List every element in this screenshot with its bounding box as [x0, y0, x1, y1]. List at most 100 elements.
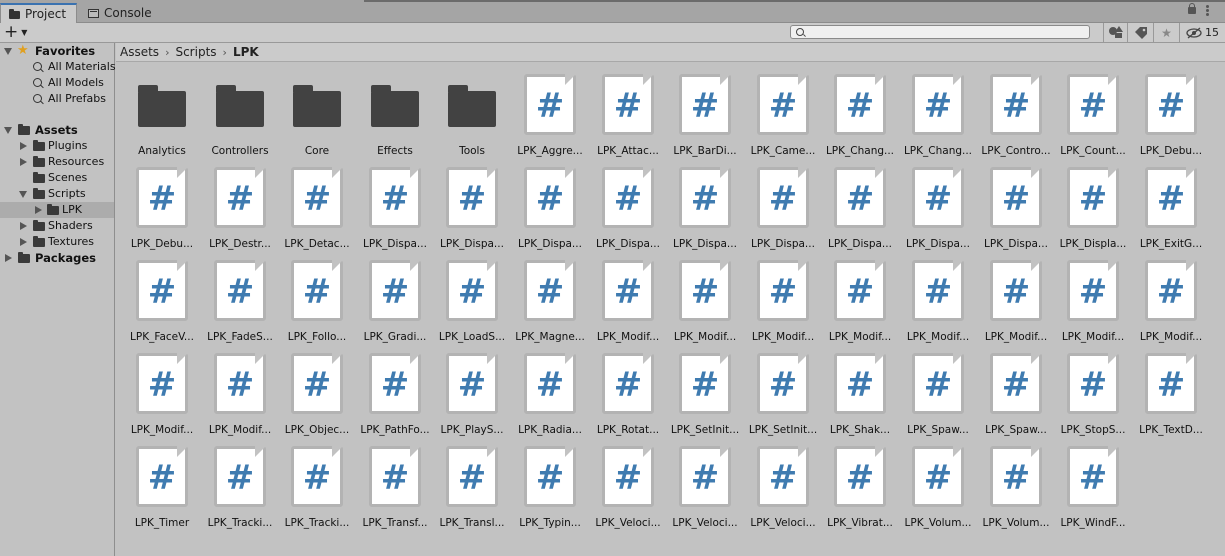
tree-item-scripts[interactable]: Scripts — [0, 186, 114, 202]
script-item[interactable]: # LPK_Dispa... — [978, 161, 1054, 251]
script-item[interactable]: # LPK_SetInit... — [667, 347, 743, 437]
folder-item[interactable]: Controllers — [202, 68, 278, 158]
script-item[interactable]: # LPK_Dispa... — [357, 161, 433, 251]
tree-item-textures[interactable]: Textures — [0, 234, 114, 250]
search-by-label-button[interactable] — [1127, 23, 1153, 42]
lock-icon[interactable] — [1188, 3, 1196, 14]
tree-item-resources[interactable]: Resources — [0, 154, 114, 170]
script-item[interactable]: # LPK_Modif... — [1055, 254, 1131, 344]
script-item[interactable]: # LPK_Spaw... — [978, 347, 1054, 437]
script-item[interactable]: # LPK_ExitG... — [1133, 161, 1209, 251]
script-item[interactable]: # LPK_Volum... — [900, 440, 976, 530]
hidden-packages-button[interactable]: 15 — [1179, 23, 1225, 42]
script-item[interactable]: # LPK_Modif... — [1133, 254, 1209, 344]
script-item[interactable]: # LPK_Aggre... — [512, 68, 588, 158]
collapse-arrow-icon[interactable] — [35, 206, 42, 214]
script-item[interactable]: # LPK_SetInit... — [745, 347, 821, 437]
script-item[interactable]: # LPK_TextD... — [1133, 347, 1209, 437]
script-item[interactable]: # LPK_WindF... — [1055, 440, 1131, 530]
tree-item-all-materials[interactable]: All Materials — [0, 59, 116, 75]
tab-project[interactable]: Project — [0, 3, 77, 23]
script-item[interactable]: # LPK_Dispa... — [512, 161, 588, 251]
script-item[interactable]: # LPK_Modif... — [667, 254, 743, 344]
script-item[interactable]: # LPK_Follo... — [279, 254, 355, 344]
script-item[interactable]: # LPK_Count... — [1055, 68, 1131, 158]
script-item[interactable]: # LPK_Veloci... — [667, 440, 743, 530]
script-item[interactable]: # LPK_Timer — [124, 440, 200, 530]
breadcrumb-lpk[interactable]: LPK — [233, 45, 259, 59]
script-item[interactable]: # LPK_Radia... — [512, 347, 588, 437]
script-item[interactable]: # LPK_Displa... — [1055, 161, 1131, 251]
collapse-arrow-icon[interactable] — [20, 158, 27, 166]
script-item[interactable]: # LPK_Transf... — [357, 440, 433, 530]
folder-item[interactable]: Core — [279, 68, 355, 158]
script-item[interactable]: # LPK_Came... — [745, 68, 821, 158]
script-item[interactable]: # LPK_Rotat... — [590, 347, 666, 437]
script-item[interactable]: # LPK_FadeS... — [202, 254, 278, 344]
script-item[interactable]: # LPK_Transl... — [434, 440, 510, 530]
tree-item-lpk[interactable]: LPK — [0, 202, 114, 218]
script-item[interactable]: # LPK_Gradi... — [357, 254, 433, 344]
collapse-arrow-icon[interactable] — [20, 222, 27, 230]
favorites-button[interactable]: ★ — [1153, 23, 1179, 42]
script-item[interactable]: # LPK_Veloci... — [745, 440, 821, 530]
breadcrumb-assets[interactable]: Assets — [120, 45, 159, 59]
script-item[interactable]: # LPK_Modif... — [202, 347, 278, 437]
script-item[interactable]: # LPK_Dispa... — [822, 161, 898, 251]
script-item[interactable]: # LPK_Dispa... — [434, 161, 510, 251]
folder-item[interactable]: Effects — [357, 68, 433, 158]
search-by-type-button[interactable] — [1103, 23, 1127, 42]
tree-item-all-models[interactable]: All Models — [0, 75, 114, 91]
script-item[interactable]: # LPK_Volum... — [978, 440, 1054, 530]
tree-item-packages[interactable]: Packages — [0, 250, 114, 266]
folder-item[interactable]: Tools — [434, 68, 510, 158]
script-item[interactable]: # LPK_Magne... — [512, 254, 588, 344]
script-item[interactable]: # LPK_Destr... — [202, 161, 278, 251]
script-item[interactable]: # LPK_Modif... — [822, 254, 898, 344]
script-item[interactable]: # LPK_Modif... — [590, 254, 666, 344]
tree-item-favorites[interactable]: ★ Favorites — [0, 43, 114, 59]
expand-arrow-icon[interactable] — [4, 127, 12, 134]
script-item[interactable]: # LPK_Modif... — [900, 254, 976, 344]
breadcrumb-scripts[interactable]: Scripts — [175, 45, 216, 59]
script-item[interactable]: # LPK_LoadS... — [434, 254, 510, 344]
expand-arrow-icon[interactable] — [19, 191, 27, 198]
tree-item-plugins[interactable]: Plugins — [0, 138, 114, 154]
script-item[interactable]: # LPK_Spaw... — [900, 347, 976, 437]
create-button[interactable]: + ▼ — [4, 24, 32, 41]
script-item[interactable]: # LPK_PlayS... — [434, 347, 510, 437]
script-item[interactable]: # LPK_Detac... — [279, 161, 355, 251]
script-item[interactable]: # LPK_Attac... — [590, 68, 666, 158]
tab-console[interactable]: Console — [80, 3, 160, 23]
script-item[interactable]: # LPK_Typin... — [512, 440, 588, 530]
tree-item-shaders[interactable]: Shaders — [0, 218, 114, 234]
script-item[interactable]: # LPK_Chang... — [900, 68, 976, 158]
script-item[interactable]: # LPK_Veloci... — [590, 440, 666, 530]
script-item[interactable]: # LPK_Tracki... — [202, 440, 278, 530]
script-item[interactable]: # LPK_Modif... — [124, 347, 200, 437]
tree-item-scenes[interactable]: Scenes — [0, 170, 114, 186]
script-item[interactable]: # LPK_Vibrat... — [822, 440, 898, 530]
script-item[interactable]: # LPK_Dispa... — [667, 161, 743, 251]
script-item[interactable]: # LPK_Dispa... — [590, 161, 666, 251]
search-field[interactable] — [790, 25, 1090, 40]
collapse-arrow-icon[interactable] — [20, 238, 27, 246]
tree-item-all-prefabs[interactable]: All Prefabs — [0, 91, 114, 107]
script-item[interactable]: # LPK_Dispa... — [745, 161, 821, 251]
collapse-arrow-icon[interactable] — [20, 142, 27, 150]
script-item[interactable]: # LPK_Modif... — [745, 254, 821, 344]
kebab-menu-icon[interactable] — [1206, 5, 1209, 17]
script-item[interactable]: # LPK_Contro... — [978, 68, 1054, 158]
script-item[interactable]: # LPK_Modif... — [978, 254, 1054, 344]
collapse-arrow-icon[interactable] — [5, 254, 12, 262]
script-item[interactable]: # LPK_FaceV... — [124, 254, 200, 344]
script-item[interactable]: # LPK_StopS... — [1055, 347, 1131, 437]
script-item[interactable]: # LPK_Dispa... — [900, 161, 976, 251]
script-item[interactable]: # LPK_BarDi... — [667, 68, 743, 158]
tree-item-assets[interactable]: Assets — [0, 122, 114, 138]
folder-item[interactable]: Analytics — [124, 68, 200, 158]
script-item[interactable]: # LPK_Debu... — [1133, 68, 1209, 158]
script-item[interactable]: # LPK_Objec... — [279, 347, 355, 437]
script-item[interactable]: # LPK_Tracki... — [279, 440, 355, 530]
script-item[interactable]: # LPK_Shak... — [822, 347, 898, 437]
